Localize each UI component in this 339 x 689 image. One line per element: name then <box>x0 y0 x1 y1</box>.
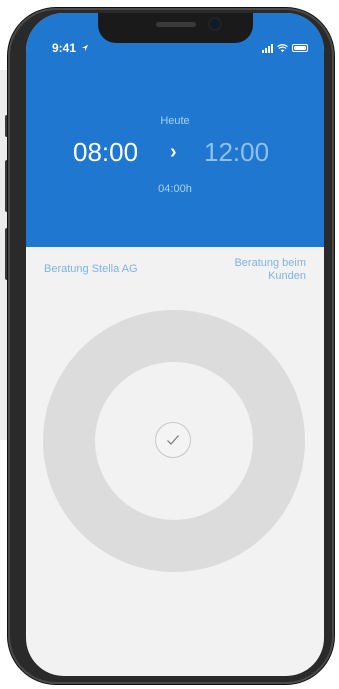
start-time[interactable]: 08:00 <box>73 137 138 168</box>
confirm-button[interactable] <box>155 422 191 458</box>
day-label: Heute <box>160 115 190 127</box>
duration: 04:00h <box>158 183 192 195</box>
notch <box>98 13 253 43</box>
label-right[interactable]: Beratung beim Kunden <box>196 257 306 283</box>
location-arrow-icon <box>82 44 89 52</box>
speaker <box>156 22 196 27</box>
chevron-right-icon: › <box>170 141 177 163</box>
status-icons <box>262 42 308 54</box>
battery-icon <box>292 44 308 52</box>
label-left[interactable]: Beratung Stella AG <box>44 263 138 275</box>
status-time: 9:41 <box>52 41 89 55</box>
phone-screen: 9:41 Heute 08:00 › 12:00 04:00h Beratung… <box>26 13 324 676</box>
selection-ring[interactable] <box>43 310 305 572</box>
time-header: 9:41 Heute 08:00 › 12:00 04:00h <box>26 13 324 247</box>
signal-icon <box>262 43 273 53</box>
check-icon <box>167 435 179 445</box>
ring-center <box>95 362 253 520</box>
time-range: 08:00 › 12:00 <box>26 137 324 169</box>
wifi-icon <box>277 43 288 52</box>
end-time[interactable]: 12:00 <box>204 137 269 168</box>
front-camera <box>210 19 220 29</box>
